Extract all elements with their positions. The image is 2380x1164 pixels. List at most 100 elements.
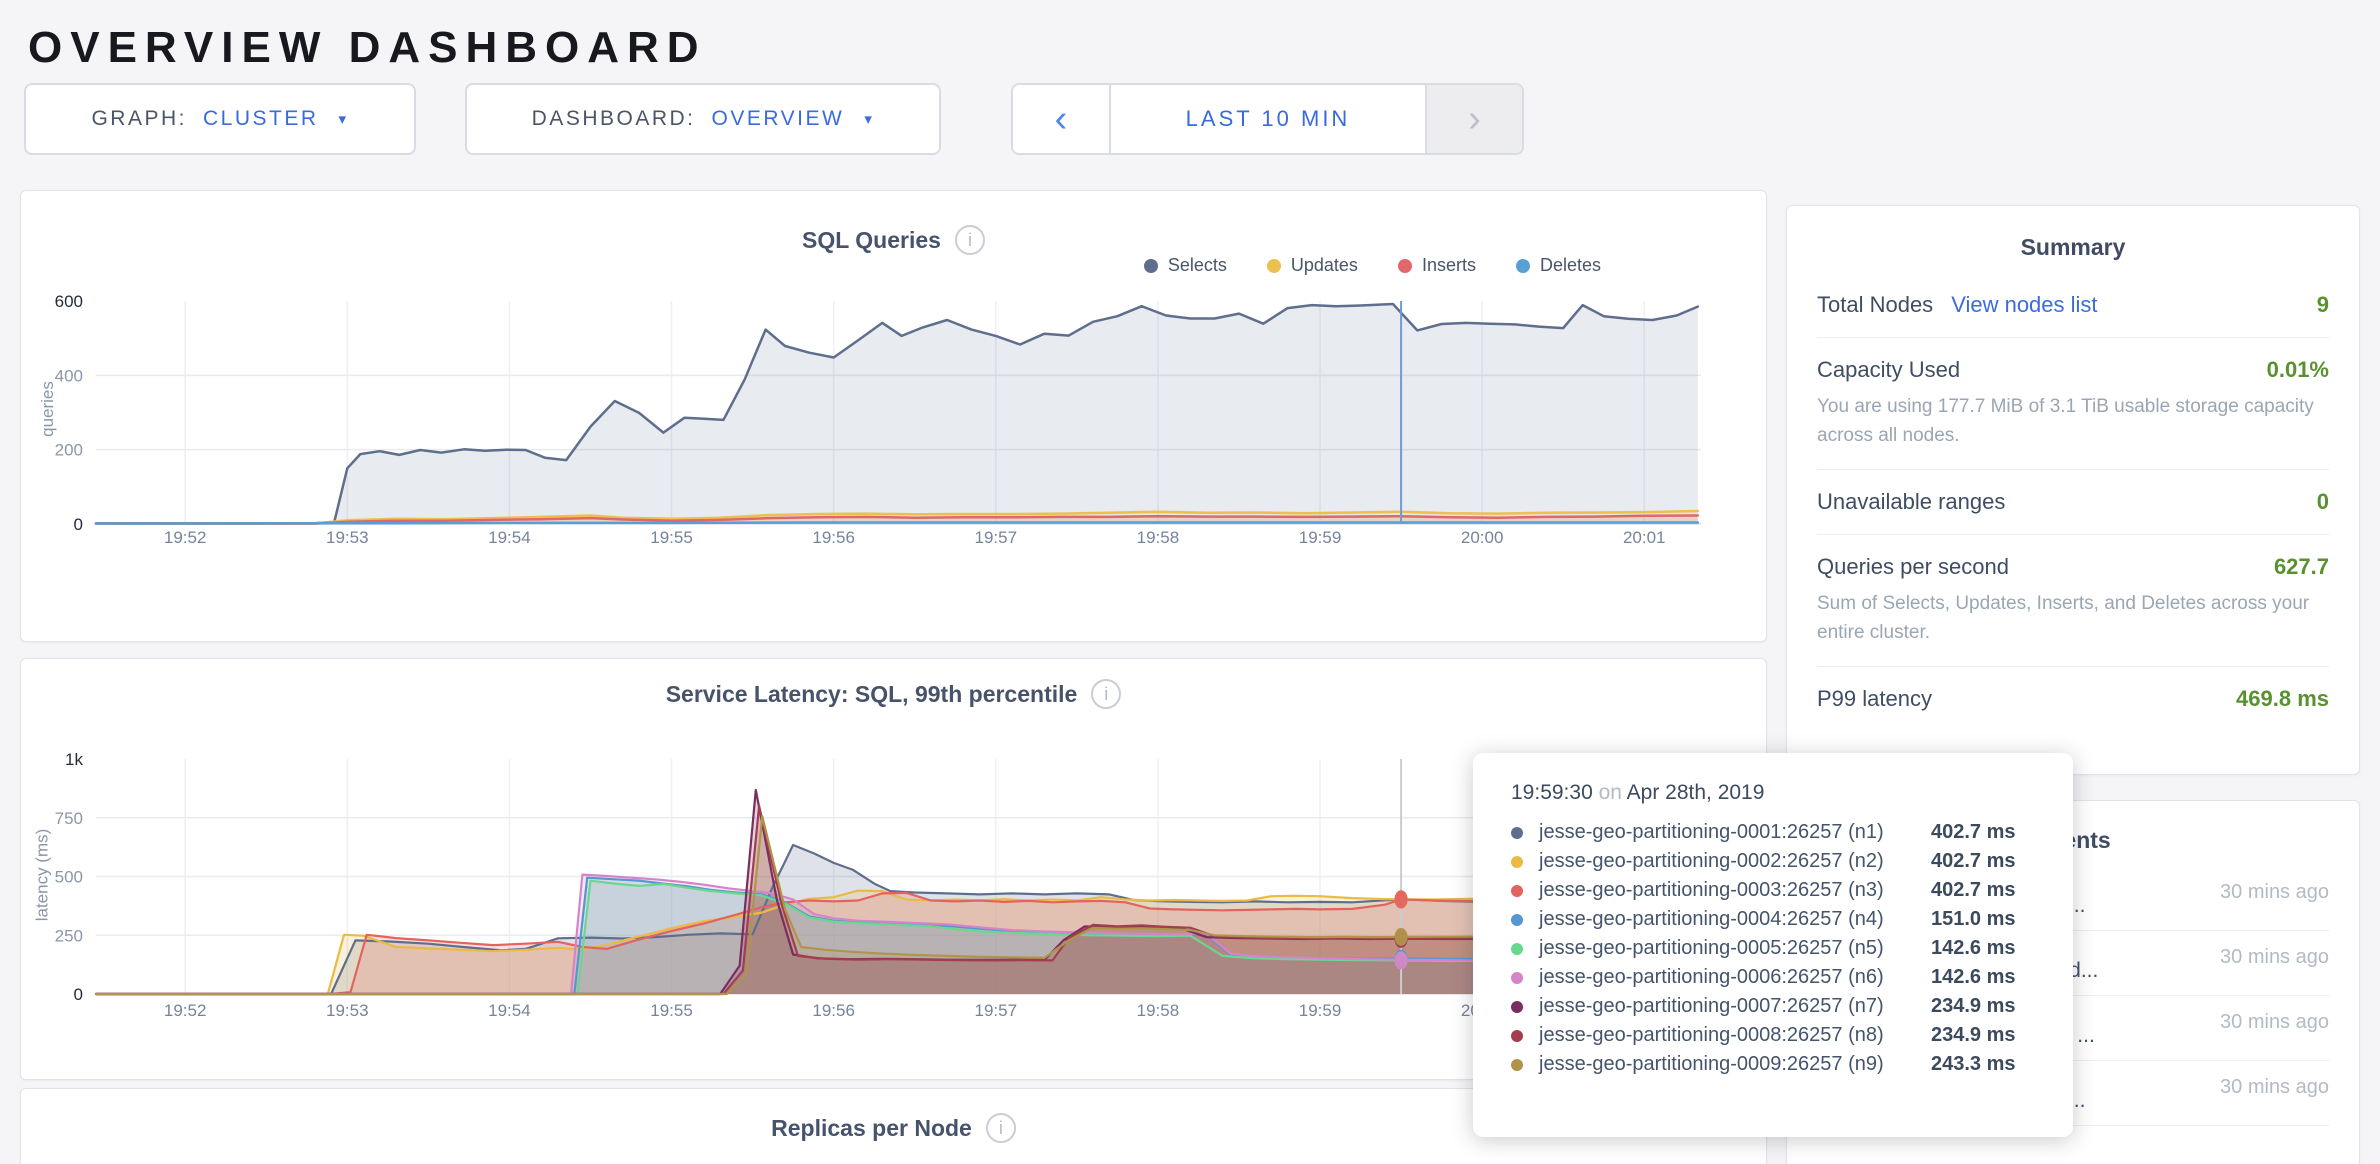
summary-row-main: Queries per second 627.7 (1817, 554, 2329, 580)
x-tick-label: 19:53 (326, 1001, 369, 1020)
event-time: 30 mins ago (2217, 1073, 2329, 1102)
summary-rows: Total NodesView nodes list9Capacity Used… (1817, 273, 2329, 731)
legend-item-selects[interactable]: Selects (1144, 255, 1227, 276)
time-range-next-button[interactable]: › (1427, 85, 1522, 153)
x-tick-label: 19:58 (1137, 528, 1180, 547)
summary-row-label: Queries per second (1817, 554, 2009, 580)
series-dot (1511, 1030, 1523, 1042)
tooltip-row: jesse-geo-partitioning-0008:26257 (n8)23… (1511, 1021, 2073, 1050)
tooltip-row: jesse-geo-partitioning-0007:26257 (n7)23… (1511, 992, 2073, 1021)
view-nodes-list-link[interactable]: View nodes list (1951, 292, 2097, 318)
legend-item-inserts[interactable]: Inserts (1398, 255, 1476, 276)
info-icon[interactable]: i (1091, 679, 1121, 709)
tooltip-node-name: jesse-geo-partitioning-0008:26257 (n8) (1539, 1024, 1931, 1047)
series-dot (1511, 1001, 1523, 1013)
legend-item-updates[interactable]: Updates (1267, 255, 1358, 276)
y-tick-label: 500 (55, 868, 83, 887)
series-dot (1511, 827, 1523, 839)
x-tick-label: 19:54 (488, 1001, 531, 1020)
summary-row: Total NodesView nodes list9 (1817, 273, 2329, 337)
dashboard-dropdown-value: OVERVIEW (712, 107, 845, 131)
legend-item-deletes[interactable]: Deletes (1516, 255, 1601, 276)
series-dot (1511, 1059, 1523, 1071)
chevron-right-icon: › (1468, 98, 1481, 141)
series-dot (1511, 972, 1523, 984)
chart-title-row: Service Latency: SQL, 99th percentile i (21, 679, 1766, 709)
series-dot (1511, 885, 1523, 897)
dashboard-dropdown[interactable]: DASHBOARD: OVERVIEW ▾ (465, 83, 941, 155)
graph-dropdown[interactable]: GRAPH: CLUSTER ▾ (24, 83, 416, 155)
tooltip-on: on (1599, 781, 1627, 804)
tooltip-node-value: 402.7 ms (1931, 879, 2016, 902)
tooltip-row: jesse-geo-partitioning-0003:26257 (n3)40… (1511, 876, 2073, 905)
tooltip-node-name: jesse-geo-partitioning-0005:26257 (n5) (1539, 937, 1931, 960)
chevron-down-icon: ▾ (339, 110, 349, 128)
legend-dot (1398, 259, 1412, 273)
series-dot (1511, 914, 1523, 926)
summary-row-label: P99 latency (1817, 686, 1932, 712)
summary-title: Summary (1817, 234, 2329, 261)
summary-row-value: 9 (2317, 292, 2329, 318)
tooltip-time: 19:59:30 (1511, 781, 1593, 804)
legend-dot (1267, 259, 1281, 273)
tooltip-node-value: 234.9 ms (1931, 1024, 2016, 1047)
crosshair-dot (1395, 951, 1408, 969)
tooltip-node-value: 142.6 ms (1931, 966, 2016, 989)
summary-row: Capacity Used 0.01% You are using 177.7 Mi… (1817, 337, 2329, 469)
summary-row-main: Capacity Used 0.01% (1817, 357, 2329, 383)
tooltip-node-name: jesse-geo-partitioning-0006:26257 (n6) (1539, 966, 1931, 989)
info-icon[interactable]: i (986, 1113, 1016, 1143)
tooltip-node-value: 234.9 ms (1931, 995, 2016, 1018)
event-time: 30 mins ago (2217, 1008, 2329, 1037)
event-time: 30 mins ago (2217, 943, 2329, 972)
x-tick-label: 19:52 (164, 528, 207, 547)
time-range-prev-button[interactable]: ‹ (1013, 85, 1109, 153)
series-dot (1511, 943, 1523, 955)
summary-panel: Summary Total NodesView nodes list9Capac… (1786, 205, 2360, 775)
tooltip-header: 19:59:30 on Apr 28th, 2019 (1511, 781, 2073, 805)
legend-dot (1144, 259, 1158, 273)
x-tick-label: 19:57 (974, 1001, 1017, 1020)
y-tick-label: 200 (55, 441, 83, 460)
y-tick-label: 0 (74, 985, 83, 1004)
summary-row-description: Sum of Selects, Updates, Inserts, and De… (1817, 590, 2329, 647)
x-tick-label: 19:55 (650, 1001, 693, 1020)
tooltip-node-value: 402.7 ms (1931, 821, 2016, 844)
tooltip-rows: jesse-geo-partitioning-0001:26257 (n1)40… (1511, 818, 2073, 1079)
x-tick-label: 19:58 (1137, 1001, 1180, 1020)
tooltip-date: Apr 28th, 2019 (1627, 781, 1765, 804)
tooltip-row: jesse-geo-partitioning-0005:26257 (n5)14… (1511, 934, 2073, 963)
tooltip-node-name: jesse-geo-partitioning-0002:26257 (n2) (1539, 850, 1931, 873)
legend-item-label: Deletes (1540, 255, 1601, 276)
summary-row-value: 627.7 (2274, 554, 2329, 580)
summary-row-label: Capacity Used (1817, 357, 1960, 383)
summary-row-value: 0 (2317, 489, 2329, 515)
x-tick-label: 19:56 (812, 528, 855, 547)
y-tick-label: 0 (74, 515, 83, 534)
series-line-Deletes (96, 523, 1698, 524)
tooltip-node-name: jesse-geo-partitioning-0001:26257 (n1) (1539, 821, 1931, 844)
dashboard-dropdown-label: DASHBOARD: (532, 107, 696, 131)
x-tick-label: 19:55 (650, 528, 693, 547)
y-tick-label: 600 (55, 292, 83, 311)
summary-row-value: 0.01% (2267, 357, 2329, 383)
chevron-down-icon: ▾ (864, 110, 874, 128)
tooltip-node-name: jesse-geo-partitioning-0004:26257 (n4) (1539, 908, 1931, 931)
x-tick-label: 19:54 (488, 528, 531, 547)
time-range-selector: ‹ LAST 10 MIN › (1011, 83, 1524, 155)
info-icon[interactable]: i (955, 225, 985, 255)
sql-queries-title: SQL Queries (802, 227, 941, 254)
tooltip-row: jesse-geo-partitioning-0006:26257 (n6)14… (1511, 963, 2073, 992)
overview-dashboard-page: OVERVIEW DASHBOARD GRAPH: CLUSTER ▾ DASH… (0, 0, 2380, 1164)
time-range-value[interactable]: LAST 10 MIN (1109, 85, 1427, 153)
summary-row-main: Unavailable ranges0 (1817, 489, 2329, 515)
x-tick-label: 20:00 (1461, 528, 1504, 547)
summary-row-description: You are using 177.7 MiB of 3.1 TiB usabl… (1817, 393, 2329, 450)
sql-queries-chart[interactable]: 19:5219:5319:5419:5519:5619:5719:5819:59… (21, 291, 1766, 581)
tooltip-node-name: jesse-geo-partitioning-0003:26257 (n3) (1539, 879, 1931, 902)
tooltip-node-name: jesse-geo-partitioning-0007:26257 (n7) (1539, 995, 1931, 1018)
x-tick-label: 19:57 (974, 528, 1017, 547)
y-tick-label: 1k (65, 750, 83, 769)
event-time: 30 mins ago (2217, 878, 2329, 907)
summary-row: Queries per second 627.7 Sum of Selects, U… (1817, 534, 2329, 666)
